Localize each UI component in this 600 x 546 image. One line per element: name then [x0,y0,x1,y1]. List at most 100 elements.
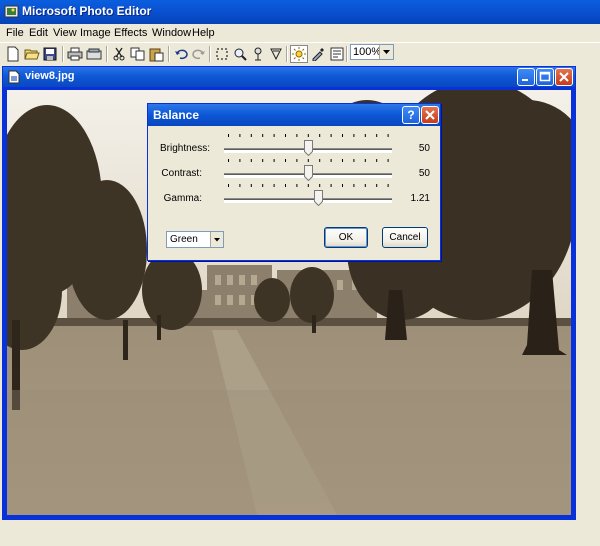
slider-tick [239,159,241,162]
select-icon[interactable] [213,45,231,63]
smudge-icon[interactable] [249,45,267,63]
slider-tick [364,184,366,187]
brightness-label: Brightness: [160,143,211,154]
app-window: Microsoft Photo Editor File Edit View Im… [0,0,600,546]
toolbar [0,42,600,66]
minimize-button[interactable] [517,68,535,86]
slider-tick [376,159,378,162]
paste-icon[interactable] [148,45,166,63]
toolbar-separator [286,46,288,62]
app-title: Microsoft Photo Editor [22,4,152,18]
chevron-down-icon[interactable] [379,45,393,59]
channel-select[interactable]: Green [166,231,224,248]
slider-tick [250,184,252,187]
scan-icon[interactable] [85,45,103,63]
document-title: view8.jpg [25,70,75,82]
open-icon[interactable] [23,45,41,63]
menu-file[interactable]: File [6,27,24,39]
slider-tick [387,159,389,162]
dialog-title: Balance [153,108,200,122]
toolbar-separator [209,46,211,62]
maximize-button[interactable] [536,68,554,86]
slider-tick [342,184,343,187]
slider-tick [228,184,229,187]
slider-tick [239,184,241,187]
gamma-label: Gamma: [163,193,202,204]
menu-edit[interactable]: Edit [29,27,48,39]
slider-tick [330,184,332,187]
slider-tick [319,184,321,187]
menu-help[interactable]: Help [192,27,215,39]
brightness-ticks [228,134,389,137]
slider-tick [319,134,321,137]
slider-tick [376,134,378,137]
slider-tick [387,184,389,187]
slider-tick [262,159,264,162]
slider-tick [273,184,275,187]
balance-dialog: Balance ? Brightness: 50 Contrast: 50 Ga… [147,103,441,261]
slider-tick [239,134,241,137]
slider-tick [285,159,286,162]
undo-icon[interactable] [172,45,190,63]
gamma-ticks [228,184,389,187]
toolbar-separator [62,46,64,62]
close-button[interactable] [555,68,573,86]
slider-tick [296,134,298,137]
dialog-titlebar[interactable]: Balance ? [148,104,440,126]
zoom-select[interactable]: 100% [350,44,394,60]
contrast-ticks [228,159,389,162]
slider-tick [364,159,366,162]
gamma-slider-thumb[interactable] [313,190,323,206]
copy-icon[interactable] [129,45,147,63]
brightness-slider-thumb[interactable] [303,140,313,156]
redo-icon[interactable] [190,45,208,63]
properties-icon[interactable] [328,45,346,63]
eyedropper-icon[interactable] [309,45,327,63]
menu-bar: File Edit View Image Effects Window Help [0,24,600,42]
toolbar-separator [346,46,348,62]
slider-tick [353,159,355,162]
image-file-icon [8,70,20,84]
help-button[interactable]: ? [402,106,420,124]
document-titlebar[interactable]: view8.jpg [3,67,575,87]
contrast-slider-thumb[interactable] [303,165,313,181]
menu-window[interactable]: Window [152,27,191,39]
slider-tick [342,159,343,162]
print-icon[interactable] [66,45,84,63]
slider-tick [342,134,343,137]
save-icon[interactable] [41,45,59,63]
zoom-icon[interactable] [231,45,249,63]
sharpen-icon[interactable] [267,45,285,63]
slider-tick [296,159,298,162]
app-titlebar[interactable]: Microsoft Photo Editor [0,0,600,24]
balance-icon[interactable] [290,45,308,63]
slider-tick [319,159,321,162]
slider-tick [353,184,355,187]
menu-effects[interactable]: Effects [114,27,147,39]
cut-icon[interactable] [110,45,128,63]
slider-tick [307,184,309,187]
toolbar-separator [106,46,108,62]
slider-tick [228,134,229,137]
channel-value: Green [170,234,198,245]
dialog-close-button[interactable] [421,106,439,124]
chevron-down-icon[interactable] [210,232,223,247]
slider-tick [285,184,286,187]
slider-tick [250,134,252,137]
slider-tick [285,134,286,137]
slider-tick [376,184,378,187]
slider-tick [364,134,366,137]
menu-view[interactable]: View [53,27,77,39]
menu-image[interactable]: Image [80,27,111,39]
slider-tick [262,184,264,187]
brightness-value: 50 [418,143,430,154]
cancel-button[interactable]: Cancel [382,227,428,248]
ok-button[interactable]: OK [324,227,368,248]
gamma-track[interactable] [224,198,392,203]
photo-editor-icon [4,5,19,18]
slider-tick [387,134,389,137]
slider-tick [330,134,332,137]
slider-tick [307,134,309,137]
new-icon[interactable] [4,45,22,63]
slider-tick [262,134,264,137]
